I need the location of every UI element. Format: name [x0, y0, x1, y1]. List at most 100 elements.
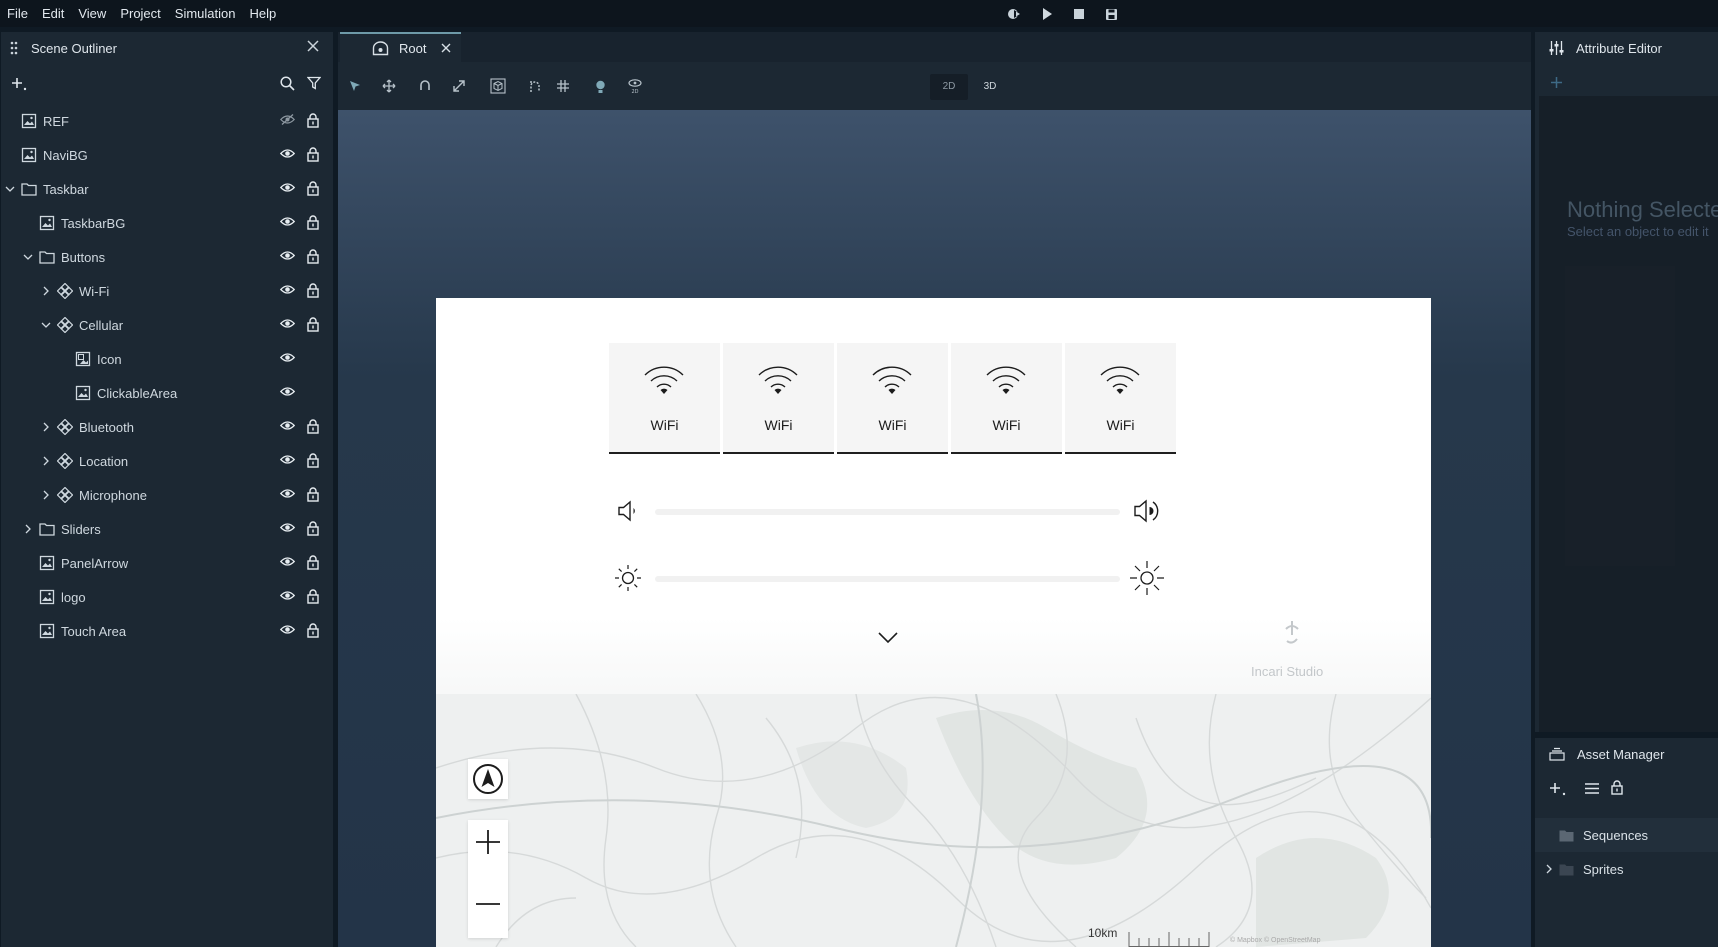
tree-item-cellular[interactable]: Cellular: [1, 308, 333, 342]
lock-icon[interactable]: [307, 623, 319, 638]
lock-icon[interactable]: [1611, 780, 1623, 795]
tree-item-wi-fi[interactable]: Wi-Fi: [1, 274, 333, 308]
eye-icon[interactable]: [280, 352, 295, 363]
scale-tool-icon[interactable]: [452, 79, 466, 93]
menu-file[interactable]: File: [0, 0, 35, 27]
chevron-right-icon[interactable]: [41, 286, 51, 296]
lock-icon[interactable]: [307, 113, 319, 128]
lock-icon[interactable]: [307, 487, 319, 502]
asset-folder-sequences[interactable]: Sequences: [1535, 818, 1718, 852]
lock-icon[interactable]: [307, 215, 319, 230]
stop-button[interactable]: [1069, 6, 1089, 22]
eye-icon[interactable]: [280, 216, 295, 227]
tree-item-touch-area[interactable]: Touch Area: [1, 614, 333, 648]
tab-root[interactable]: Root: [340, 32, 461, 62]
eye-icon[interactable]: [280, 624, 295, 635]
wifi-tile[interactable]: WiFi: [723, 343, 834, 454]
lock-icon[interactable]: [307, 181, 319, 196]
chevron-right-icon[interactable]: [41, 456, 51, 466]
brightness-slider[interactable]: [655, 576, 1120, 582]
lock-icon[interactable]: [307, 317, 319, 332]
chevron-down-icon[interactable]: [23, 252, 33, 262]
eye-icon[interactable]: [280, 386, 295, 397]
filter-icon[interactable]: [307, 76, 321, 90]
wifi-tile[interactable]: WiFi: [951, 343, 1062, 454]
rotate-tool-icon[interactable]: [418, 79, 432, 93]
move-tool-icon[interactable]: [382, 79, 396, 93]
asset-folder-sprites[interactable]: Sprites: [1535, 852, 1718, 886]
add-node-icon[interactable]: [11, 76, 27, 92]
eye-icon[interactable]: [280, 522, 295, 533]
lock-icon[interactable]: [307, 589, 319, 604]
lock-icon[interactable]: [307, 419, 319, 434]
scene-canvas[interactable]: WiFi WiFi WiFi WiFi WiFi Incari Studio 1…: [338, 110, 1531, 947]
chevron-down-icon[interactable]: [41, 320, 51, 330]
save-button[interactable]: [1101, 6, 1121, 22]
debug-button[interactable]: [1005, 6, 1025, 22]
grid-icon[interactable]: [556, 79, 570, 93]
tree-item-sliders[interactable]: Sliders: [1, 512, 333, 546]
tree-item-taskbarbg[interactable]: TaskbarBG: [1, 206, 333, 240]
chevron-right-icon[interactable]: [23, 524, 33, 534]
tree-item-ref[interactable]: REF: [1, 104, 333, 138]
lock-icon[interactable]: [307, 283, 319, 298]
compass-button[interactable]: [468, 759, 508, 799]
menu-edit[interactable]: Edit: [35, 0, 71, 27]
tree-item-bluetooth[interactable]: Bluetooth: [1, 410, 333, 444]
snap-icon[interactable]: [528, 79, 542, 93]
lock-icon[interactable]: [307, 521, 319, 536]
eye-icon[interactable]: [280, 148, 295, 159]
lock-icon[interactable]: [307, 555, 319, 570]
eye-icon[interactable]: [280, 250, 295, 261]
tree-item-clickablearea[interactable]: ClickableArea: [1, 376, 333, 410]
eye-icon[interactable]: [280, 318, 295, 329]
mode-3d-toggle[interactable]: 3D: [971, 74, 1009, 100]
chevron-right-icon[interactable]: [41, 422, 51, 432]
tree-item-logo[interactable]: logo: [1, 580, 333, 614]
zoom-out-icon[interactable]: [475, 902, 501, 906]
wifi-tile[interactable]: WiFi: [1065, 343, 1176, 454]
chevron-right-icon[interactable]: [1545, 864, 1553, 874]
menu-project[interactable]: Project: [113, 0, 167, 27]
close-tab-icon[interactable]: [441, 43, 451, 53]
eye-icon[interactable]: [280, 590, 295, 601]
tree-item-icon[interactable]: Icon: [1, 342, 333, 376]
menu-help[interactable]: Help: [242, 0, 283, 27]
lock-icon[interactable]: [307, 147, 319, 162]
lock-icon[interactable]: [307, 249, 319, 264]
add-asset-icon[interactable]: [1549, 781, 1567, 797]
wifi-tile[interactable]: WiFi: [837, 343, 948, 454]
bounding-box-icon[interactable]: [490, 78, 506, 94]
drag-handle-icon[interactable]: [9, 40, 19, 56]
volume-slider[interactable]: [655, 509, 1120, 515]
eye-icon[interactable]: [280, 182, 295, 193]
tree-item-buttons[interactable]: Buttons: [1, 240, 333, 274]
chevron-down-icon[interactable]: [877, 631, 899, 645]
eye-icon[interactable]: [280, 454, 295, 465]
menu-view[interactable]: View: [71, 0, 113, 27]
chevron-right-icon[interactable]: [41, 490, 51, 500]
tree-item-microphone[interactable]: Microphone: [1, 478, 333, 512]
list-view-icon[interactable]: [1584, 782, 1600, 795]
wifi-tile[interactable]: WiFi: [609, 343, 720, 454]
zoom-in-icon[interactable]: [475, 829, 501, 855]
mode-2d-toggle[interactable]: 2D: [930, 74, 968, 100]
eye-icon[interactable]: [280, 284, 295, 295]
eye-icon[interactable]: [280, 420, 295, 431]
close-icon[interactable]: [307, 40, 319, 52]
camera-2d-icon[interactable]: 2D: [628, 78, 642, 94]
eye-off-icon[interactable]: [280, 114, 295, 125]
tree-item-panelarrow[interactable]: PanelArrow: [1, 546, 333, 580]
tree-item-navibg[interactable]: NaviBG: [1, 138, 333, 172]
play-button[interactable]: [1037, 6, 1057, 22]
select-tool-icon[interactable]: [348, 79, 362, 93]
eye-icon[interactable]: [280, 488, 295, 499]
add-attribute-icon[interactable]: [1550, 76, 1563, 89]
chevron-down-icon[interactable]: [5, 184, 15, 194]
tree-item-taskbar[interactable]: Taskbar: [1, 172, 333, 206]
lock-icon[interactable]: [307, 453, 319, 468]
eye-icon[interactable]: [280, 556, 295, 567]
light-icon[interactable]: [594, 79, 607, 94]
search-icon[interactable]: [280, 76, 295, 91]
menu-simulation[interactable]: Simulation: [168, 0, 243, 27]
